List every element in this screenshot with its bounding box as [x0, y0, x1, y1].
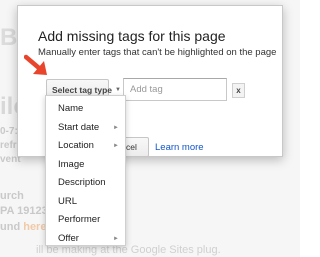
menu-item-label: Start date — [58, 121, 100, 133]
background-text-fragment: PA 19123 — [0, 205, 48, 217]
dialog-title: Add missing tags for this page — [38, 28, 226, 44]
menu-item-label: Name — [58, 103, 84, 114]
select-tag-type-label: Select tag type — [52, 85, 112, 95]
add-tag-input[interactable] — [123, 78, 227, 101]
menu-item-start-date[interactable]: Start date ► — [46, 119, 125, 138]
chevron-right-icon: ► — [113, 143, 119, 149]
menu-item-location[interactable]: Location ► — [46, 137, 125, 156]
menu-item-description[interactable]: Description — [46, 174, 125, 193]
menu-item-image[interactable]: Image — [46, 156, 125, 175]
menu-item-url[interactable]: URL — [46, 193, 125, 212]
menu-item-label: URL — [58, 195, 78, 207]
menu-item-offer[interactable]: Offer ► — [46, 230, 125, 249]
cancel-button[interactable]: cel — [125, 137, 149, 157]
tag-type-menu: Name Start date ► Location ► Image Descr… — [45, 95, 126, 246]
red-arrow-icon — [24, 54, 47, 75]
menu-item-label: Performer — [58, 214, 101, 225]
background-link-here: here — [23, 221, 47, 233]
menu-item-label: Location — [58, 140, 94, 151]
caret-down-icon: ▼ — [115, 87, 121, 93]
menu-item-label: Description — [58, 177, 106, 188]
background-text-und: und — [0, 221, 24, 233]
learn-more-link[interactable]: Learn more — [155, 142, 204, 153]
menu-item-label: Image — [58, 158, 85, 170]
chevron-right-icon: ► — [113, 235, 119, 242]
background-text-fragment: urch — [0, 190, 24, 202]
chevron-right-icon: ► — [113, 124, 119, 131]
menu-item-label: Offer — [58, 232, 79, 244]
menu-item-performer[interactable]: Performer — [46, 211, 125, 230]
menu-item-name[interactable]: Name — [46, 100, 125, 119]
clear-tag-button[interactable]: x — [232, 83, 245, 98]
background-text-fragment: und here) — [0, 221, 50, 233]
dialog-subtitle: Manually enter tags that can't be highli… — [38, 47, 277, 58]
